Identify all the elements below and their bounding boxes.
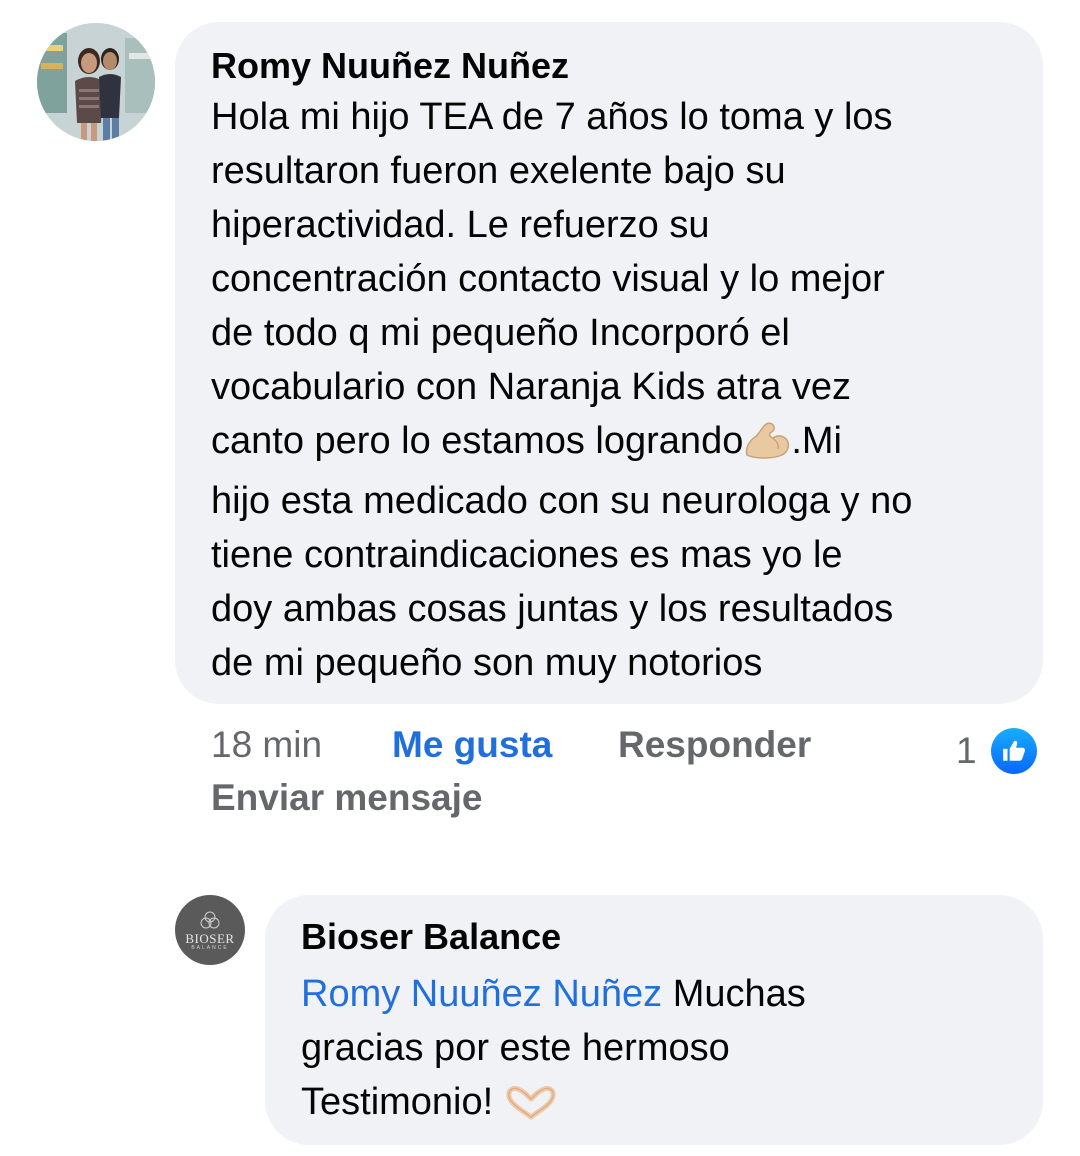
reply-author-avatar[interactable]: BIOSER BALANCE [175, 895, 245, 965]
comment-bubble: Romy Nuuñez Nuñez Hola mi hijo TEA de 7 … [175, 22, 1043, 704]
comment-timestamp[interactable]: 18 min [211, 718, 322, 772]
mention-link[interactable]: Romy Nuuñez Nuñez [301, 973, 662, 1015]
like-reaction-icon[interactable] [988, 725, 1040, 777]
bioser-logo-icon [200, 911, 220, 929]
comment-text: Hola mi hijo TEA de 7 años lo toma y los… [211, 90, 1013, 690]
heart-hands-icon [504, 1081, 558, 1135]
comment-text-part1: Hola mi hijo TEA de 7 años lo toma y los… [211, 96, 893, 462]
reply-author[interactable]: Bioser Balance [301, 915, 1013, 959]
flexed-biceps-icon [743, 420, 791, 474]
reply-button[interactable]: Responder [618, 718, 811, 772]
reply-text: Romy Nuuñez Nuñez Muchas gracias por est… [301, 967, 1013, 1135]
send-message-button[interactable]: Enviar mensaje [211, 771, 482, 825]
thumbs-up-icon [1003, 740, 1025, 761]
commenter-avatar[interactable] [37, 23, 155, 141]
like-button[interactable]: Me gusta [392, 718, 552, 772]
comment-author[interactable]: Romy Nuuñez Nuñez [211, 44, 1013, 88]
avatar-logo-subtext: BALANCE [191, 945, 229, 951]
reaction-count[interactable]: 1 [956, 724, 977, 778]
comment-actions: 18 min Me gusta Responder Enviar mensaje… [211, 718, 1041, 828]
avatar-photo [37, 23, 155, 141]
avatar-logo-text: BIOSER [185, 931, 235, 946]
reply-bubble: Bioser Balance Romy Nuuñez Nuñez Muchas … [265, 895, 1043, 1145]
